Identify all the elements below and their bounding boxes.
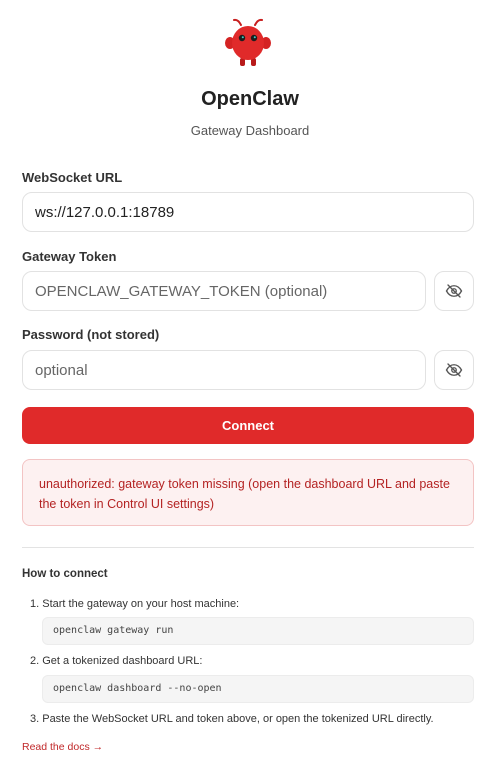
websocket-url-label: WebSocket URL	[22, 170, 123, 185]
eye-off-icon	[445, 284, 463, 298]
step-1-text: 1. Start the gateway on your host machin…	[30, 598, 240, 610]
gateway-token-input[interactable]	[22, 271, 426, 311]
app-subtitle: Gateway Dashboard	[190, 123, 310, 138]
divider	[22, 547, 474, 548]
error-alert: unauthorized: gateway token missing (ope…	[22, 459, 474, 526]
how-to-connect-heading: How to connect	[22, 568, 108, 580]
password-label: Password (not stored)	[22, 327, 160, 342]
connect-button[interactable]: Connect	[22, 407, 474, 444]
step-3-text: 3. Paste the WebSocket URL and token abo…	[30, 713, 434, 725]
websocket-url-input[interactable]	[22, 192, 474, 232]
toggle-token-visibility-button[interactable]	[434, 271, 474, 311]
code-snippet-dashboard[interactable]: openclaw dashboard --no-open	[42, 675, 474, 703]
read-docs-link[interactable]: Read the docs →	[22, 741, 103, 753]
openclaw-logo-icon	[225, 18, 271, 66]
code-snippet-gateway-run[interactable]: openclaw gateway run	[42, 617, 474, 645]
password-input[interactable]	[22, 350, 426, 390]
error-message: unauthorized: gateway token missing (ope…	[39, 477, 450, 511]
login-page: OpenClaw Gateway Dashboard WebSocket URL…	[0, 0, 500, 768]
gateway-token-label: Gateway Token	[22, 249, 117, 264]
step-2-text: 2. Get a tokenized dashboard URL:	[30, 655, 203, 667]
eye-off-icon	[445, 363, 463, 377]
app-title: OpenClaw	[201, 88, 299, 110]
toggle-password-visibility-button[interactable]	[434, 350, 474, 390]
